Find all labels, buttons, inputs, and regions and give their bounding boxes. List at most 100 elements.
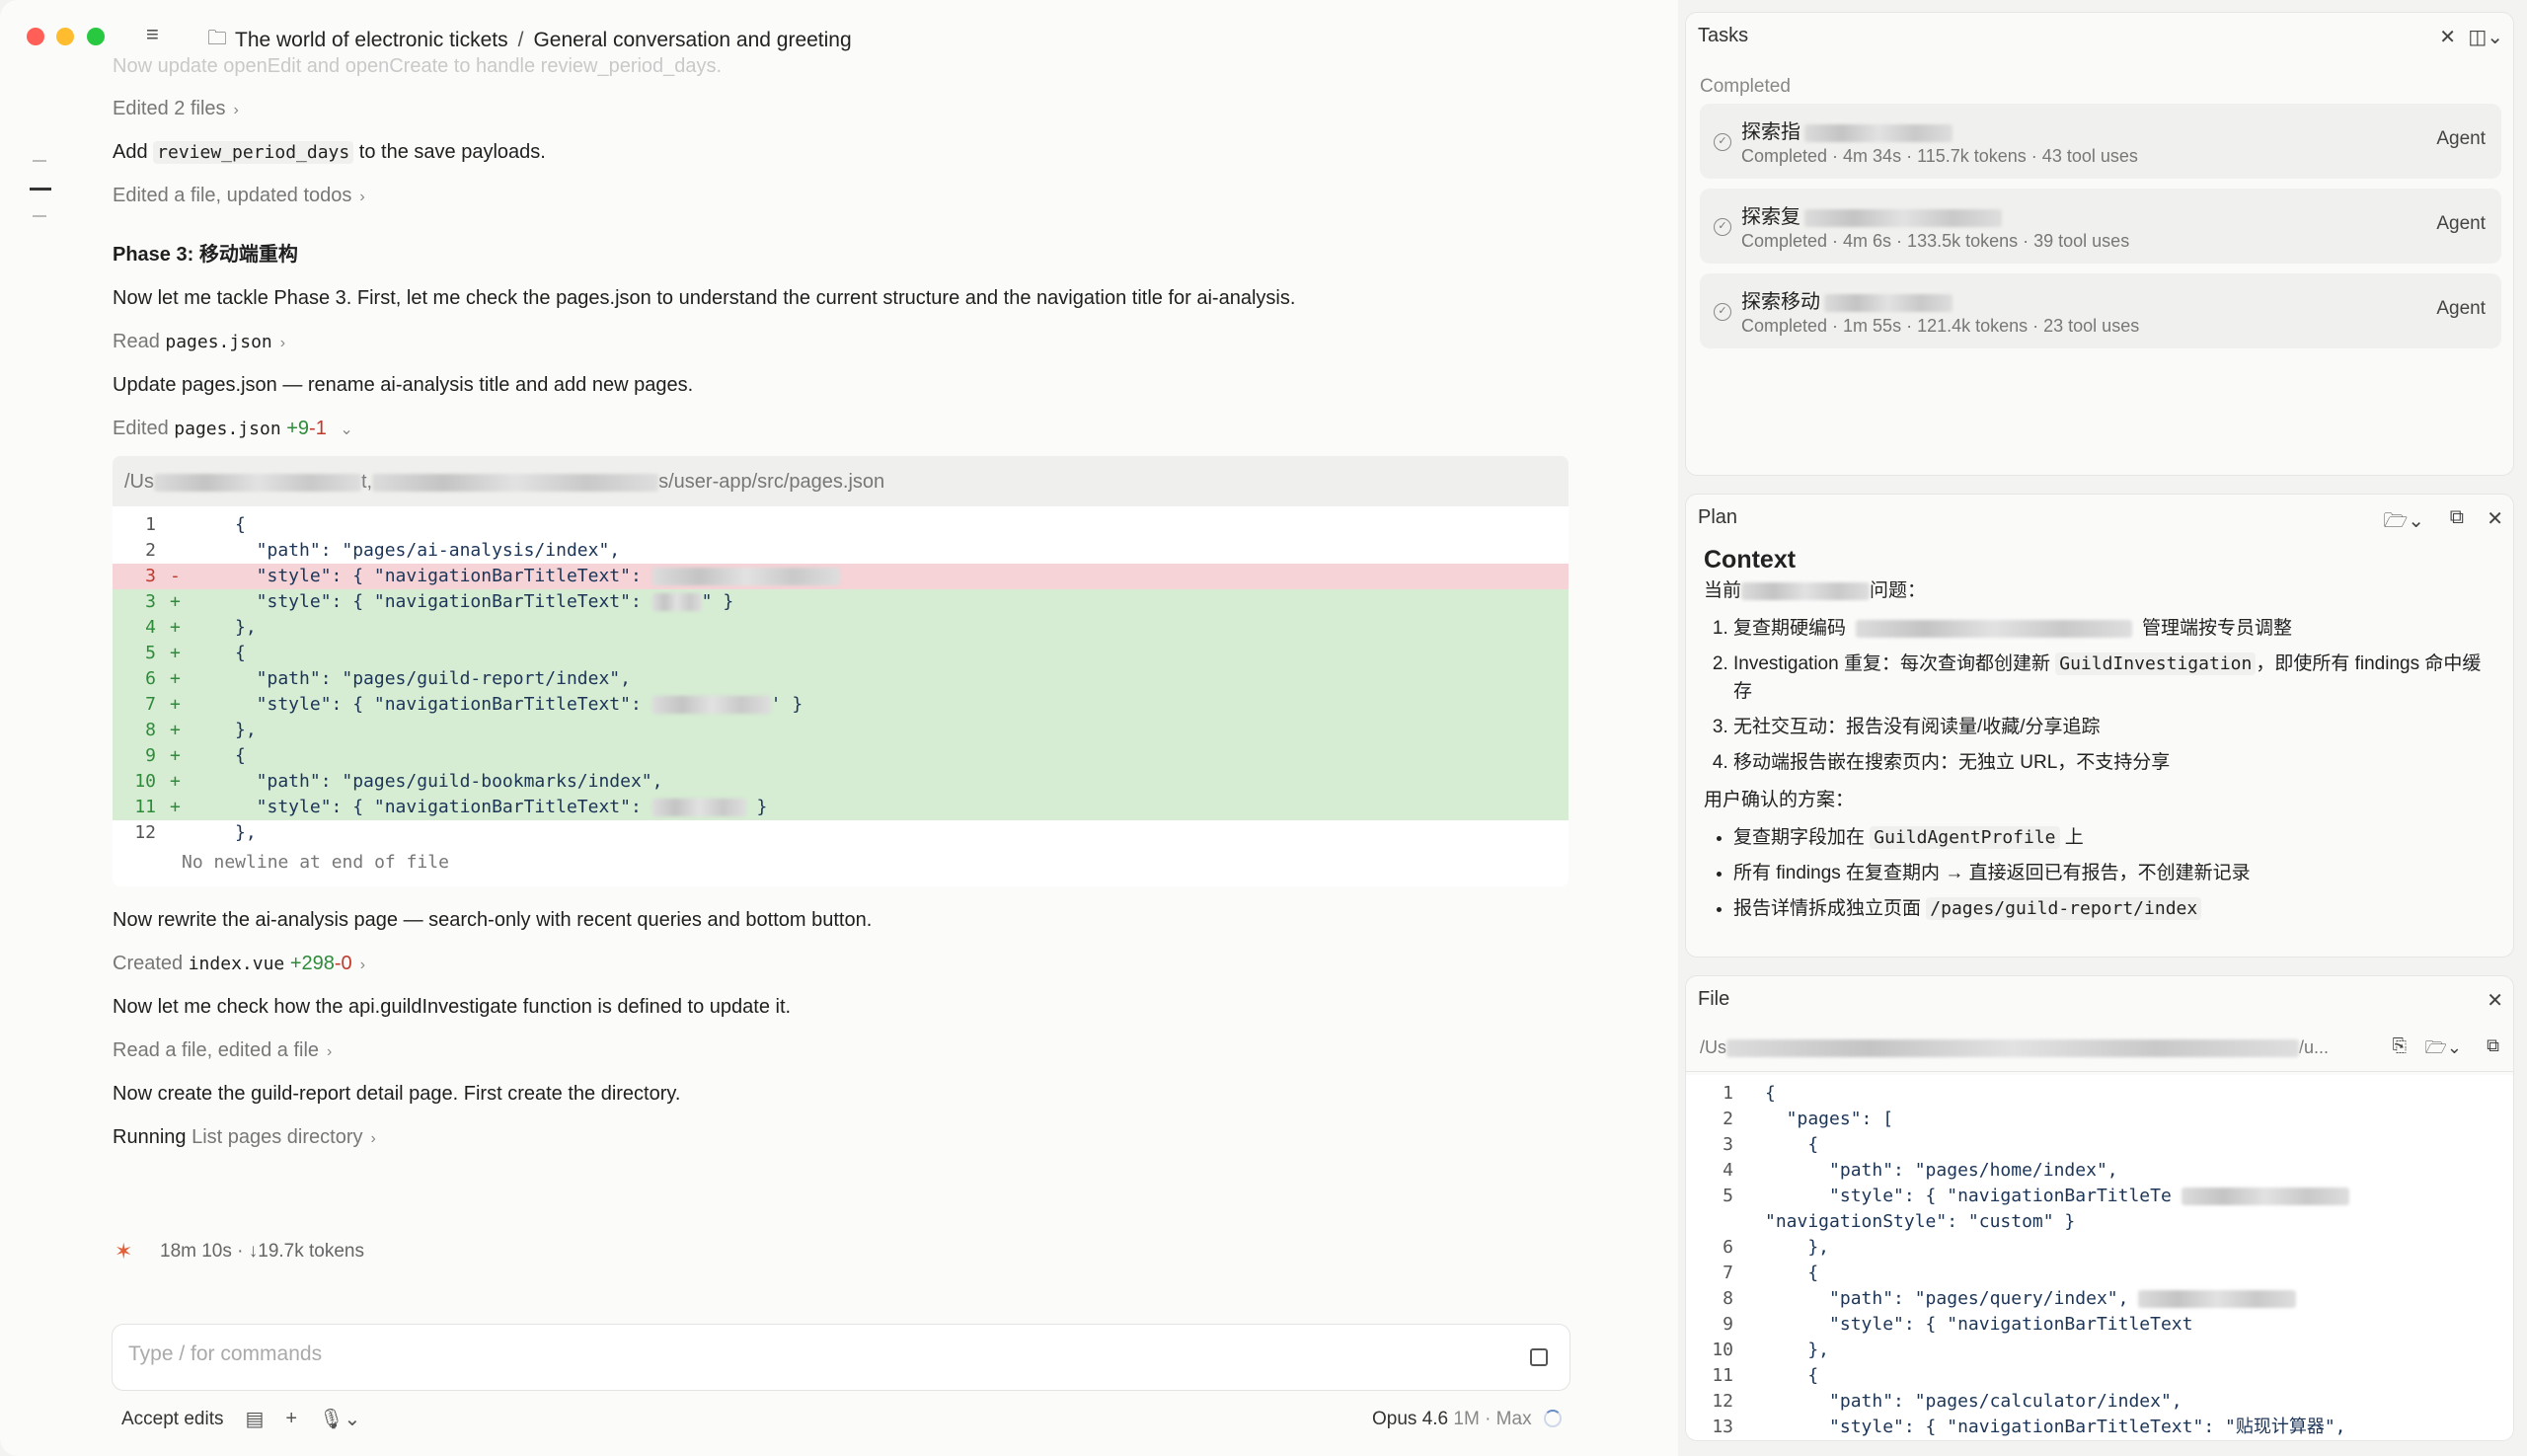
edited-file-toggle[interactable]: Edited pages.json +9-1 ⌄ <box>113 416 353 443</box>
problem-list: 复查期硬编码管理端按专员调整 Investigation 重复：每次查询都创建新… <box>1704 615 2493 777</box>
chevron-right-icon: › <box>370 1130 376 1147</box>
diff-line: 3 + "style": { "navigationBarTitleText": … <box>113 589 1569 615</box>
model-selector[interactable]: Opus 4.6 1M · Max <box>1372 1409 1532 1430</box>
created-file-toggle[interactable]: Created index.vue +298-0 › <box>113 951 365 978</box>
close-icon[interactable]: ✕ <box>2439 25 2456 49</box>
paperclip-icon[interactable]: ⎘ <box>2393 1035 2407 1056</box>
close-icon[interactable]: ✕ <box>2487 506 2503 531</box>
chevron-right-icon: › <box>279 335 286 351</box>
folder-open-icon[interactable]: 🗁⌄ <box>2383 506 2424 540</box>
created-file-name: index.vue <box>188 954 285 974</box>
prompt-input[interactable] <box>128 1342 1491 1366</box>
scroll-marker[interactable] <box>33 160 46 162</box>
stop-button[interactable] <box>1530 1348 1548 1366</box>
read-file-toggle[interactable]: Read pages.json › <box>113 329 285 356</box>
faded-message: Now update openEdit and openCreate to ha… <box>113 55 723 77</box>
running-task-toggle[interactable]: Running List pages directory › <box>113 1124 376 1152</box>
code-text: "path": "pages/home/index", <box>1765 1160 2118 1181</box>
plus-icon[interactable]: + <box>285 1408 297 1430</box>
file-path[interactable]: /Us/u... <box>1700 1037 2329 1058</box>
phase-heading: Phase 3: 移动端重构 <box>113 244 298 266</box>
copy-icon[interactable]: ⧉ <box>2450 506 2464 529</box>
edited-file-name: pages.json <box>174 419 281 439</box>
task-meta: Completed · 4m 34s · 115.7k tokens · 43 … <box>1741 146 2138 166</box>
edited-files-toggle[interactable]: Edited 2 files › <box>113 96 239 123</box>
task-item[interactable]: ✓ 探索指 Completed · 4m 34s · 115.7k tokens… <box>1700 104 2501 179</box>
thinking-star-icon: ✶ <box>115 1239 133 1264</box>
edited-todos-label: Edited a file, updated todos <box>113 185 352 206</box>
code-text: "path": "pages/guild-bookmarks/index", <box>235 771 663 792</box>
line-number: 10 <box>134 771 156 792</box>
assistant-message: Now let me tackle Phase 3. First, let me… <box>113 287 1296 309</box>
line-number: 8 <box>145 720 156 740</box>
running-task-name: List pages directory <box>191 1126 363 1148</box>
line-number: 8 <box>1723 1288 1733 1309</box>
code-text: "path": "pages/query/index", <box>1765 1286 2297 1312</box>
diff-line: 8 +}, <box>113 718 1569 743</box>
prompt-box[interactable] <box>112 1324 1570 1391</box>
list-item: 复查期硬编码管理端按专员调整 <box>1733 615 2493 643</box>
prompt-toolbar: Accept edits ▤ + 🎙︎⌄ <box>121 1407 360 1431</box>
redacted-text <box>154 473 361 492</box>
list-item: 移动端报告嵌在搜索页内：无独立 URL，不支持分享 <box>1733 749 2493 777</box>
scroll-marker-active[interactable] <box>30 188 51 191</box>
file-viewer[interactable]: 1 {2 "pages": [3 {4 "path": "pages/home/i… <box>1686 1075 2513 1440</box>
diff-line: 12}, <box>113 820 1569 846</box>
minimize-window-button[interactable] <box>56 28 74 45</box>
accept-edits-button[interactable]: Accept edits <box>121 1409 224 1430</box>
clipboard-icon[interactable]: ▤ <box>246 1407 265 1431</box>
loading-spinner-icon <box>1544 1410 1562 1427</box>
code-text: { <box>1765 1134 1819 1155</box>
close-window-button[interactable] <box>27 28 44 45</box>
code-text: "navigationStyle": "custom" } <box>1765 1211 2076 1232</box>
no-newline-note: No newline at end of file <box>182 852 449 873</box>
diff-line: 5 + { <box>113 641 1569 666</box>
code-text: }, <box>235 822 257 843</box>
diff-line: 9 + { <box>113 743 1569 769</box>
plan-intro: 当前 问题： <box>1704 580 1927 601</box>
sidebar-toggle-icon[interactable]: ≡ <box>146 24 168 45</box>
token-status: 18m 10s · ↓19.7k tokens <box>160 1241 364 1262</box>
microphone-icon[interactable]: 🎙︎⌄ <box>319 1407 360 1431</box>
diff-line: 6 + "path": "pages/guild-report/index", <box>113 666 1569 692</box>
line-number: 7 <box>145 694 156 715</box>
task-item[interactable]: ✓ 探索复 Completed · 4m 6s · 133.5k tokens … <box>1700 189 2501 264</box>
zoom-window-button[interactable] <box>87 28 105 45</box>
breadcrumb-project[interactable]: The world of electronic tickets <box>235 29 508 52</box>
lines-removed: -0 <box>334 953 352 974</box>
diff-marker: - <box>170 566 181 586</box>
redacted-text <box>1856 619 2133 638</box>
line-number: 4 <box>145 617 156 638</box>
assistant-message: Now rewrite the ai-analysis page — searc… <box>113 909 873 931</box>
diff-line: 10 + "path": "pages/guild-bookmarks/index… <box>113 769 1569 795</box>
list-item: 所有 findings 在复查期内 → 直接返回已有报告，不创建新记录 <box>1733 860 2493 887</box>
list-item: 报告详情拆成独立页面 /pages/guild-report/index <box>1733 895 2493 923</box>
redacted-text <box>651 593 702 611</box>
edited-todos-toggle[interactable]: Edited a file, updated todos › <box>113 183 365 210</box>
diff-marker: + <box>170 694 181 715</box>
line-number: 9 <box>145 745 156 766</box>
scroll-marker[interactable] <box>33 215 46 217</box>
panel-layout-icon[interactable]: ◫⌄ <box>2468 25 2503 49</box>
plan-content: Context 当前问题： 复查期硬编码管理端按专员调整 Investigati… <box>1704 546 2493 931</box>
task-meta: Completed · 1m 55s · 121.4k tokens · 23 … <box>1741 316 2140 336</box>
folder-open-icon[interactable]: 🗁⌄ <box>2425 1035 2462 1065</box>
redacted-text <box>2138 1290 2297 1308</box>
breadcrumb: 🗀 The world of electronic tickets / Gene… <box>207 24 852 57</box>
read-edited-toggle[interactable]: Read a file, edited a file › <box>113 1037 332 1065</box>
redacted-text <box>2181 1188 2349 1205</box>
task-item[interactable]: ✓ 探索移动 Completed · 1m 55s · 121.4k token… <box>1700 273 2501 348</box>
plan-panel: Plan 🗁⌄ ⧉ ✕ Context 当前问题： 复查期硬编码管理端按专员调整… <box>1685 494 2514 958</box>
file-title: File <box>1698 988 1730 1010</box>
assistant-message: Now create the guild-report detail page.… <box>113 1083 681 1105</box>
divider <box>1686 1071 2513 1072</box>
copy-icon[interactable]: ⧉ <box>2487 1035 2499 1056</box>
line-number: 7 <box>1723 1263 1733 1283</box>
diff-marker: + <box>170 797 181 817</box>
diff-file-path[interactable]: /Us t, s/user-app/src/pages.json <box>113 456 1569 506</box>
close-icon[interactable]: ✕ <box>2487 988 2503 1013</box>
chevron-down-icon: ⌄ <box>340 421 353 438</box>
breadcrumb-chat[interactable]: General conversation and greeting <box>533 29 851 52</box>
file-panel: File ✕ /Us/u... ⎘ 🗁⌄ ⧉ 1 {2 "pages": [3 {… <box>1685 975 2514 1441</box>
lines-removed: -1 <box>309 418 327 439</box>
